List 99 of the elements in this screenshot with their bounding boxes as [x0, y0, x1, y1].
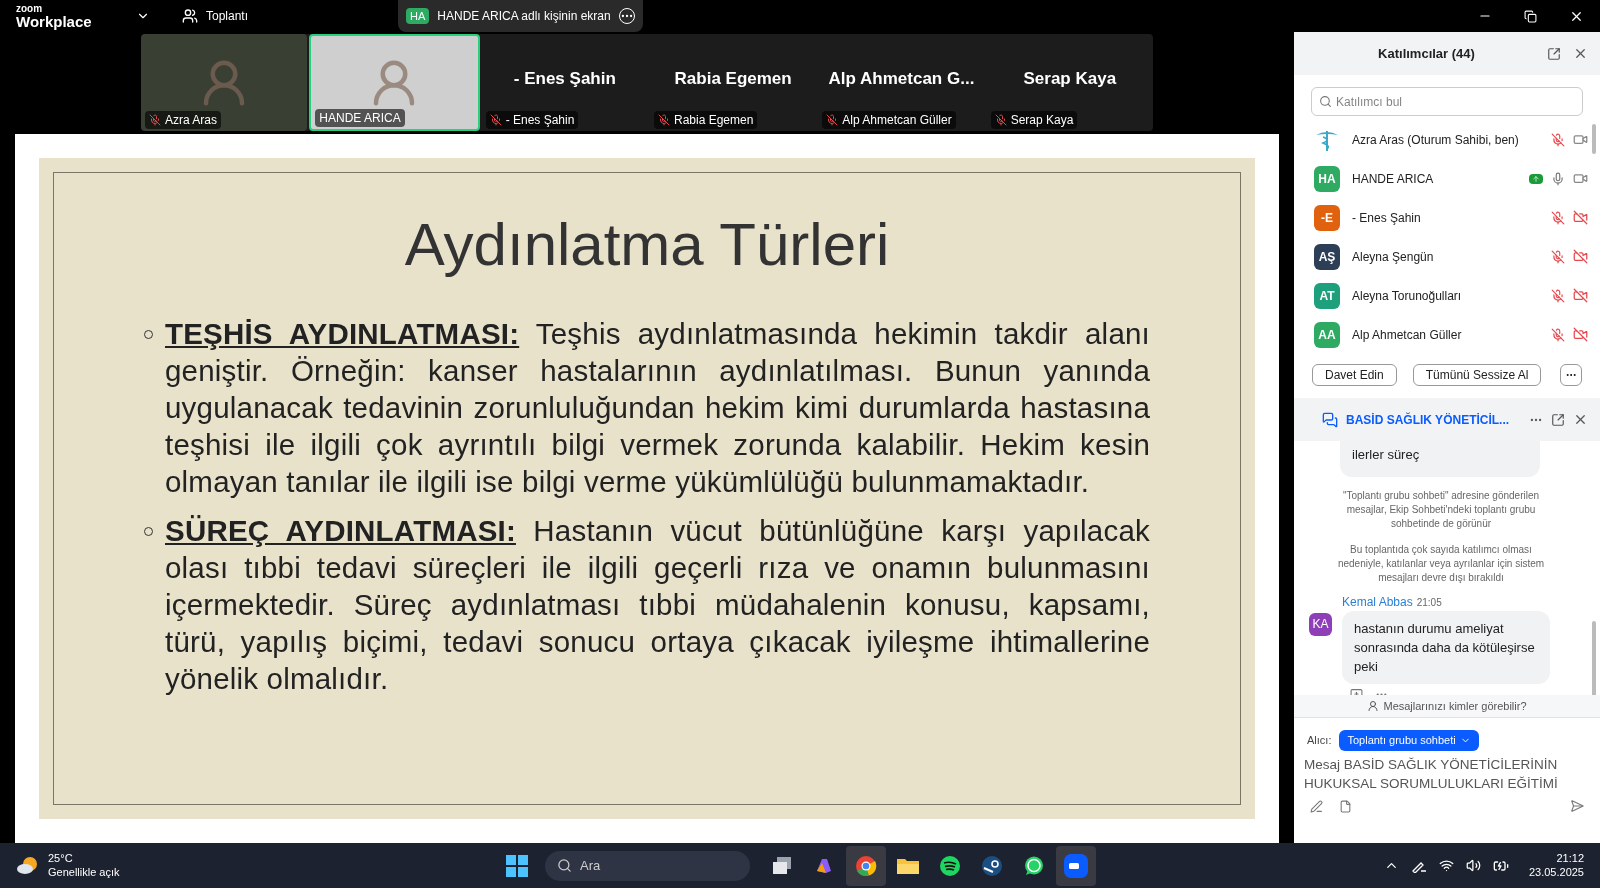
window-stack-icon	[771, 854, 793, 877]
muted-mic-icon[interactable]	[1551, 249, 1565, 264]
participant-name: Aleyna Şengün	[1352, 248, 1435, 266]
meeting-menu[interactable]: Toplantı	[182, 7, 249, 25]
taskbar-search[interactable]: Ara	[545, 850, 750, 881]
mic-icon[interactable]	[1551, 171, 1565, 186]
file-icon[interactable]	[1339, 799, 1352, 813]
participant-label: Alp Ahmetcan Güller	[842, 112, 952, 129]
participant-name: - Enes Şahin	[1352, 209, 1422, 227]
taskbar-app[interactable]	[846, 845, 886, 886]
speaker-icon[interactable]	[1465, 858, 1481, 873]
chat-title: BASİD SAĞLIK YÖNETİCİL...	[1346, 411, 1511, 429]
participant-label: HANDE ARICA	[319, 110, 401, 127]
avatar-initials: -E	[1314, 204, 1340, 231]
start-icon[interactable]	[505, 853, 529, 878]
camera-off-icon[interactable]	[1573, 288, 1588, 303]
participant-label: Rabia Egemen	[674, 112, 754, 129]
close-icon[interactable]	[1573, 412, 1588, 427]
participant-label: - Enes Şahin	[505, 112, 575, 129]
avatar-initials: AT	[1314, 282, 1340, 309]
message-bubble: ilerler süreç	[1340, 441, 1540, 477]
avatar-initials: HA	[406, 7, 430, 25]
participant-name: Aleyna Torunoğulları	[1352, 287, 1463, 305]
search-icon	[1319, 95, 1332, 108]
message-input[interactable]: Mesaj BASİD SAĞLIK YÖNETİCİLERİNİN HUKUKSAL SORUMLULUKLARI EĞİTİMİ	[1304, 755, 1590, 795]
avatar-initials: KA	[1309, 612, 1332, 636]
participant-row[interactable]: AŞ Aleyna Şengün	[1294, 237, 1588, 276]
participant-name: Azra Aras (Oturum Sahibi, ben)	[1352, 131, 1520, 149]
participant-label: Serap Kaya	[1010, 112, 1074, 129]
system-notice: "Toplantı grubu sohbeti" adresine gönderilen mesajlar, Ekip Sohbeti'ndeki toplantı grubu sohbetinde de görünür	[1341, 488, 1541, 531]
weather-sun-cloud-icon	[16, 854, 40, 877]
participant-row[interactable]: AA Alp Ahmetcan Güller	[1294, 315, 1588, 354]
taskbar-app[interactable]	[1056, 845, 1096, 886]
message-author: Kemal Abbas	[1342, 593, 1413, 611]
scrollbar[interactable]	[1592, 124, 1596, 154]
participant-name: Alp Ahmetcan Güller	[1352, 326, 1463, 344]
avatar-initials: AA	[1314, 321, 1340, 348]
chat-logo-icon	[1023, 854, 1045, 877]
participant-name: HANDE ARICA	[1352, 170, 1435, 188]
participant-row[interactable]: Azra Aras (Oturum Sahibi, ben)	[1294, 120, 1588, 159]
recipient-label: Alıcı:	[1307, 733, 1332, 749]
muted-mic-icon[interactable]	[1551, 132, 1565, 147]
muted-mic-icon[interactable]	[1551, 288, 1565, 303]
chat-icon	[1322, 411, 1338, 428]
visibility-link[interactable]: Mesajlarınızı kimler görebilir?	[1294, 695, 1600, 718]
system-notice: Bu toplantıda çok sayıda katılımcı olması nedeniyle, katılanlar veya ayrılanlar için sistem mesajları devre dışı bırakıldı	[1336, 542, 1546, 585]
restore-icon[interactable]	[1524, 9, 1537, 23]
participant-row[interactable]: HA HANDE ARICA	[1294, 159, 1588, 198]
camera-icon[interactable]	[1573, 132, 1588, 147]
weather-text: Genellikle açık	[48, 865, 120, 880]
participants-button[interactable]: Tümünü Sessize Al	[1412, 364, 1542, 386]
participant-row[interactable]: AT Aleyna Torunoğulları	[1294, 276, 1588, 315]
recipient-dropdown[interactable]: Toplantı grubu sohbeti	[1339, 730, 1479, 751]
logo-text: Workplace	[16, 13, 93, 29]
search-icon	[557, 858, 572, 873]
participant-label: Azra Aras	[165, 112, 218, 129]
participant-name: Serap Kaya	[1023, 67, 1117, 90]
camera-off-icon[interactable]	[1573, 210, 1588, 225]
format-icon[interactable]	[1310, 799, 1323, 813]
bullet-paragraph: TEŞHİS AYDINLATMASI: Teşhis aydınlatmasında hekimin takdir alanı geniştir. Örneğin: kanser hastalarının aydınlatılması. Bunun yanında uygulanacak tedavinin zorunluluğundan hekim kimi durumlarda hastasına teşhisi ile ilgili çok ayrıntılı bilgi vermek zorunda kalabilir. Hekim kesin olmayan tanılar ile ilgili ise bilgi verme yükümlülüğü bulunmamaktadır.	[165, 316, 1150, 500]
music-logo-icon	[939, 854, 961, 877]
pop-out-icon[interactable]	[1547, 46, 1561, 61]
send-icon[interactable]	[1570, 799, 1584, 813]
bullet-paragraph: SÜREÇ AYDINLATMASI: Hastanın vücut bütünlüğüne karşı yapılacak olası tıbbi tedavi süreçleri ile ilgili geçerli rıza ve onamın bulunmasını içermektedir. Süreç aydınlatması tıbbi müdahalenin konusu, kapsamı, türü, yapılış biçimi, tedavi sonucu ortaya çıkacak iyileşme ihtimallerine yönelik olmalıdır.	[165, 513, 1150, 697]
clock-time: 21:12	[1556, 851, 1584, 866]
avatar-initials: HA	[1314, 165, 1340, 192]
video-tile[interactable]: Azra Aras	[141, 34, 308, 131]
message-time: 21:05	[1416, 595, 1442, 610]
browser-logo-icon	[855, 854, 877, 877]
video-logo-icon	[1063, 852, 1089, 879]
close-icon[interactable]	[1573, 46, 1588, 61]
camera-off-icon[interactable]	[1573, 249, 1588, 264]
share-banner-text: HANDE ARICA adlı kişinin ekran	[437, 8, 611, 25]
pop-out-icon[interactable]	[1551, 412, 1565, 427]
video-tile[interactable]: HANDE ARICA	[309, 34, 480, 131]
more-button[interactable]	[1560, 364, 1582, 386]
muted-mic-icon[interactable]	[1551, 210, 1565, 225]
participant-row[interactable]: -E - Enes Şahin	[1294, 198, 1588, 237]
panel-title: Katılımcılar (44)	[1377, 44, 1476, 63]
participant-name: - Enes Şahin	[513, 67, 616, 90]
logo-small-text: zoom	[16, 3, 44, 14]
participants-button[interactable]: Davet Edin	[1312, 364, 1397, 386]
wifi-icon[interactable]	[1438, 858, 1454, 873]
avatar-initials: AŞ	[1314, 243, 1340, 270]
share-banner[interactable]: HA HANDE ARICA adlı kişinin ekran	[398, 0, 643, 32]
clock-date: 23.05.2025	[1528, 865, 1584, 880]
muted-mic-icon[interactable]	[1551, 327, 1565, 342]
game-logo-icon	[981, 854, 1003, 877]
scrollbar[interactable]	[1592, 621, 1596, 695]
camera-icon[interactable]	[1573, 171, 1588, 186]
message-bubble: hastanın durumu ameliyat sonrasında daha da kötüleşirse peki	[1342, 610, 1550, 684]
slide-title: Aydınlatma Türleri	[403, 215, 891, 275]
camera-off-icon[interactable]	[1573, 327, 1588, 342]
search-field[interactable]: Katılımcı bul	[1311, 87, 1583, 116]
people-icon	[182, 8, 198, 24]
temperature-text: 25°C	[48, 851, 74, 866]
participant-name: Rabia Egemen	[674, 67, 792, 90]
person-icon	[1367, 700, 1380, 712]
participant-name: Alp Ahmetcan G...	[828, 67, 975, 90]
